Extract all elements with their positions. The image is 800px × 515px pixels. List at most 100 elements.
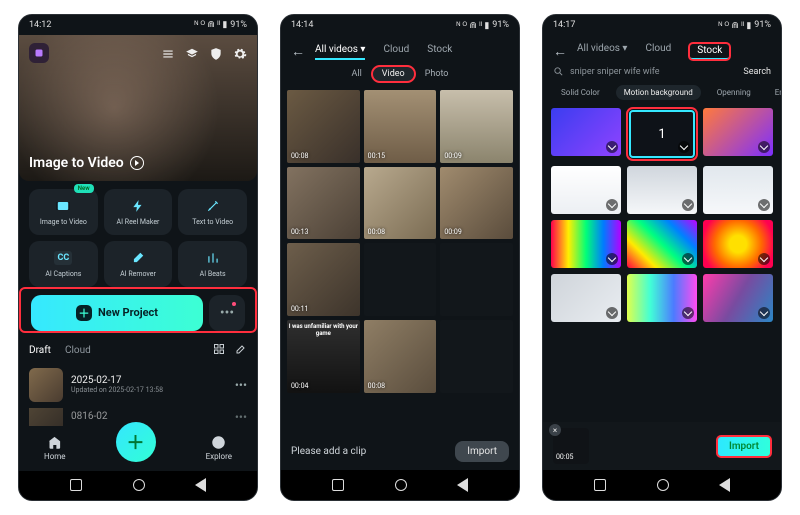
new-project-button[interactable]: ＋ New Project xyxy=(31,295,203,331)
tab-stock[interactable]: Stock xyxy=(689,43,730,60)
subtab-photo[interactable]: Photo xyxy=(415,66,459,82)
tab-cloud[interactable]: Cloud xyxy=(65,345,91,356)
subtab-video[interactable]: Video xyxy=(372,66,415,82)
download-icon[interactable] xyxy=(758,253,770,265)
clip-item[interactable]: 00:09 xyxy=(440,90,513,163)
import-button[interactable]: Import xyxy=(717,436,771,457)
fab-add-button[interactable]: ＋ xyxy=(116,422,156,462)
selected-clip-duration: 00:05 xyxy=(556,453,573,461)
tile-label: AI Remover xyxy=(120,270,156,278)
download-icon[interactable] xyxy=(758,307,770,319)
clip-item[interactable]: 00:15 xyxy=(364,90,437,163)
clip-item[interactable]: 00:13 xyxy=(287,167,360,240)
import-button[interactable]: Import xyxy=(455,441,509,462)
search-button[interactable]: Search xyxy=(743,67,771,77)
download-icon[interactable] xyxy=(606,307,618,319)
chevron-right-icon[interactable] xyxy=(130,156,144,170)
shield-icon[interactable] xyxy=(209,46,223,60)
home-button[interactable] xyxy=(657,479,669,491)
stock-item[interactable]: 1 xyxy=(629,110,695,158)
download-icon[interactable] xyxy=(758,141,770,153)
back-arrow-icon[interactable]: ← xyxy=(291,43,305,60)
chip-ending[interactable]: Ending xyxy=(767,85,781,100)
download-icon[interactable] xyxy=(682,199,694,211)
edit-icon[interactable] xyxy=(235,343,247,358)
list-icon[interactable] xyxy=(161,46,175,60)
tile-ai-captions[interactable]: CCAI Captions xyxy=(29,241,98,287)
project-more-icon[interactable]: ••• xyxy=(235,410,247,424)
stock-item[interactable] xyxy=(703,274,773,322)
nav-explore[interactable]: Explore xyxy=(206,435,232,461)
battery-text: 91% xyxy=(492,20,509,30)
android-navbar xyxy=(281,470,519,500)
stock-item[interactable] xyxy=(627,274,697,322)
app-logo[interactable] xyxy=(29,43,49,63)
download-icon[interactable] xyxy=(758,199,770,211)
clip-item[interactable]: 00:09 xyxy=(440,167,513,240)
back-button[interactable] xyxy=(457,478,468,492)
stock-item[interactable] xyxy=(703,166,773,214)
nav-home[interactable]: Home xyxy=(44,435,66,461)
tab-all-videos[interactable]: All videos ▾ xyxy=(577,43,627,60)
gear-icon[interactable] xyxy=(233,46,247,60)
clip-item[interactable]: 00:11 xyxy=(287,243,360,316)
tile-image-to-video[interactable]: NewImage to Video xyxy=(29,189,98,235)
subtab-all[interactable]: All xyxy=(342,66,372,82)
stock-item[interactable] xyxy=(551,108,621,156)
chip-motion-background[interactable]: Motion background xyxy=(616,85,701,100)
grid-icon[interactable] xyxy=(213,343,225,358)
chip-openning[interactable]: Openning xyxy=(709,85,759,100)
recent-apps-button[interactable] xyxy=(594,479,606,491)
stock-item[interactable] xyxy=(627,166,697,214)
remove-selection-icon[interactable]: × xyxy=(549,424,561,436)
more-button[interactable]: ••• xyxy=(209,295,245,331)
stock-item[interactable] xyxy=(551,220,621,268)
graduation-icon[interactable] xyxy=(185,46,199,60)
stock-item[interactable] xyxy=(703,220,773,268)
download-icon[interactable] xyxy=(606,253,618,265)
wand-icon xyxy=(204,197,222,215)
tab-all-videos[interactable]: All videos ▾ xyxy=(315,44,365,60)
back-arrow-icon[interactable]: ← xyxy=(553,43,567,60)
tile-ai-beats[interactable]: AI Beats xyxy=(178,241,247,287)
hero-title: Image to Video xyxy=(29,155,124,171)
download-icon[interactable] xyxy=(606,199,618,211)
back-button[interactable] xyxy=(719,478,730,492)
clip-item[interactable]: I was unfamiliar with your game00:04 xyxy=(287,320,360,393)
search-input[interactable]: sniper sniper wife wife xyxy=(553,66,737,77)
stock-item[interactable] xyxy=(551,166,621,214)
download-icon[interactable] xyxy=(682,253,694,265)
clock: 14:17 xyxy=(553,20,575,30)
tab-draft[interactable]: Draft xyxy=(29,345,51,356)
download-icon[interactable] xyxy=(606,141,618,153)
tab-cloud[interactable]: Cloud xyxy=(645,43,671,60)
clip-item[interactable]: 00:08 xyxy=(364,167,437,240)
tile-ai-reel-maker[interactable]: AI Reel Maker xyxy=(104,189,173,235)
tile-ai-remover[interactable]: AI Remover xyxy=(104,241,173,287)
chip-solid-color[interactable]: Solid Color xyxy=(553,85,608,100)
clip-duration: 00:08 xyxy=(368,382,385,390)
recent-apps-button[interactable] xyxy=(70,479,82,491)
stock-item[interactable] xyxy=(551,274,621,322)
project-more-icon[interactable]: ••• xyxy=(235,378,247,392)
stock-item[interactable] xyxy=(703,108,773,156)
selected-clip-thumb[interactable]: × 00:05 xyxy=(553,428,589,464)
hint-text: Please add a clip xyxy=(291,446,366,457)
clip-duration: 00:15 xyxy=(368,152,385,160)
download-icon[interactable] xyxy=(682,307,694,319)
tile-text-to-video[interactable]: Text to Video xyxy=(178,189,247,235)
tab-cloud[interactable]: Cloud xyxy=(383,44,409,60)
tile-label: AI Captions xyxy=(45,270,81,278)
recent-apps-button[interactable] xyxy=(332,479,344,491)
clip-item[interactable]: 00:08 xyxy=(364,320,437,393)
stock-item[interactable] xyxy=(627,220,697,268)
status-bar: 14:12 ᴺ ᴼ ⋒ ᴵᴵ ▮ 91% xyxy=(19,15,257,35)
hero-banner[interactable]: Image to Video xyxy=(19,35,257,181)
clip-item[interactable]: 00:08 xyxy=(287,90,360,163)
back-button[interactable] xyxy=(195,478,206,492)
tab-stock[interactable]: Stock xyxy=(427,44,452,60)
equalizer-icon xyxy=(204,249,222,267)
project-item[interactable]: 2025-02-17Updated on 2025-02-17 13:58••• xyxy=(19,362,257,408)
home-button[interactable] xyxy=(395,479,407,491)
home-button[interactable] xyxy=(133,479,145,491)
